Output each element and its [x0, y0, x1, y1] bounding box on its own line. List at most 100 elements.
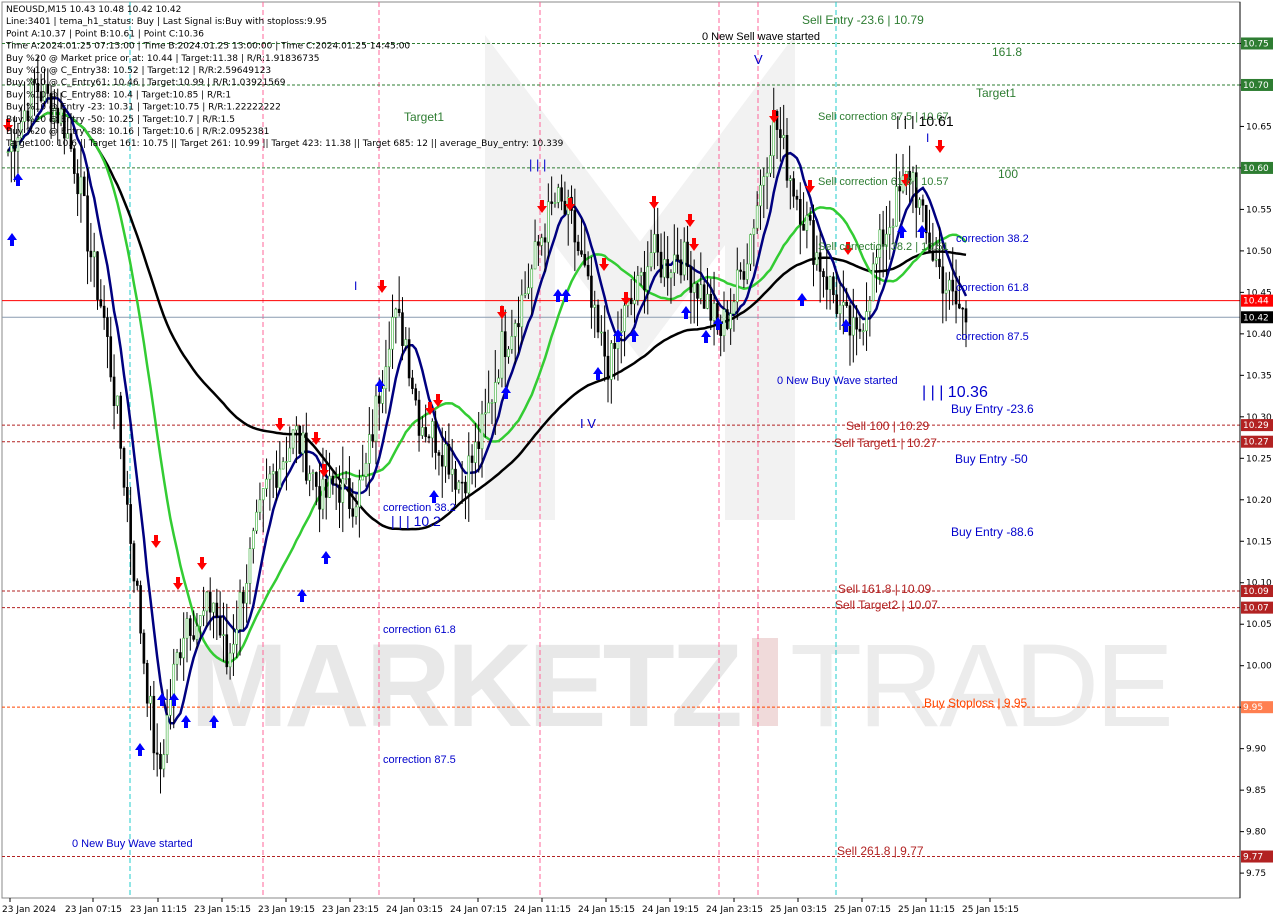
symbol-header: NEOUSD,M15 10.43 10.48 10.42 10.42 [6, 5, 181, 15]
price-tick-label: 10.50 [1246, 247, 1272, 257]
candle-body [76, 173, 79, 195]
candle-body [155, 752, 159, 755]
candle-body [268, 473, 272, 480]
candle-body [477, 441, 481, 449]
candle-body [278, 468, 282, 488]
candle-body [361, 476, 364, 481]
chart-annotation: | | | [529, 157, 546, 172]
candle-body [255, 511, 258, 532]
chart-annotation: I V [580, 416, 596, 431]
chart-annotation: 0 New Buy Wave started [72, 838, 193, 850]
candle-body [759, 184, 762, 207]
candle-body [676, 254, 679, 261]
candle-body [517, 323, 520, 328]
candle-body [444, 444, 447, 467]
candle-body [745, 263, 749, 280]
info-line: Buy %10 @ C_Entry88: 10.4 | Target:10.85… [6, 90, 231, 100]
candle-body [427, 436, 431, 439]
candle-body [875, 257, 878, 265]
chart-annotation: Target1 [976, 86, 1016, 100]
candle-body [808, 215, 812, 221]
candle-body [258, 499, 262, 513]
chart-annotation: 0 New Sell wave started [702, 31, 820, 43]
candle-body [663, 259, 666, 278]
price-tag-label: 10.27 [1243, 438, 1269, 448]
candle-body [417, 399, 421, 436]
candle-body [331, 475, 335, 485]
candle-body [421, 427, 424, 436]
candle-body [818, 252, 822, 272]
info-line: Buy %10 @ C_Entry61: 10.46 | Target:10.9… [6, 78, 286, 88]
candle-body [198, 615, 202, 627]
candle-body [414, 388, 418, 401]
candle-body [454, 468, 457, 490]
candle-body [871, 263, 875, 301]
candle-body [822, 271, 825, 278]
candle-body [838, 304, 842, 314]
candle-body [941, 266, 945, 294]
candle-body [407, 339, 411, 379]
candle-body [629, 297, 633, 305]
candle-body [613, 342, 616, 349]
candle-body [775, 111, 779, 130]
candle-body [520, 294, 524, 328]
candle-body [540, 237, 543, 246]
candle-body [387, 348, 391, 368]
candle-body [633, 299, 636, 305]
candle-body [752, 227, 756, 235]
candle-body [689, 266, 693, 293]
price-tick-label: 10.65 [1246, 122, 1272, 132]
price-tag-label: 10.44 [1243, 297, 1269, 307]
candle-body [205, 591, 209, 612]
candle-body [371, 434, 374, 442]
candle-body [530, 268, 534, 289]
candle-body [301, 432, 305, 454]
candle-body [338, 484, 341, 503]
candle-body [228, 652, 232, 668]
time-tick-label: 24 Jan 11:15 [514, 905, 571, 915]
candle-body [89, 250, 93, 258]
candle-body [99, 299, 103, 307]
candle-body [440, 455, 444, 467]
candle-body [354, 506, 358, 517]
candle-body [543, 237, 547, 243]
price-chart[interactable]: MARKETZ TRADE Sell Entry -23.6 | 10.79 0 … [0, 0, 1280, 920]
candle-body [596, 304, 600, 333]
candle-body [484, 412, 487, 415]
candle-body [92, 251, 96, 258]
candle-body [934, 258, 938, 261]
candle-body [145, 663, 149, 704]
price-tag-label: 9.77 [1243, 853, 1263, 863]
candle-body [431, 421, 434, 439]
candle-body [358, 479, 361, 508]
candle-body [79, 176, 83, 195]
candle-body [169, 699, 172, 716]
candle-body [573, 210, 577, 243]
candle-body [726, 309, 729, 329]
time-tick-label: 25 Jan 07:15 [834, 905, 891, 915]
candle-body [434, 421, 437, 453]
candle-body [958, 303, 961, 309]
candle-body [348, 478, 351, 509]
price-tick-label: 10.05 [1246, 620, 1272, 630]
candle-body [586, 264, 590, 277]
time-tick-label: 23 Jan 07:15 [65, 905, 122, 915]
price-tag-label: 10.75 [1243, 39, 1269, 49]
candle-body [656, 234, 660, 253]
candle-body [305, 432, 308, 481]
candle-body [888, 227, 892, 235]
candle-body [580, 250, 583, 255]
candle-body [858, 328, 862, 332]
candle-body [649, 252, 653, 268]
candle-body [709, 293, 713, 321]
chart-annotation: correction 61.8 [956, 282, 1029, 294]
candle-body [364, 463, 368, 477]
candle-body [311, 472, 315, 475]
candle-body [537, 241, 540, 246]
chart-annotation: Sell correction 61.8 | 10.57 [818, 176, 949, 188]
candle-body [437, 452, 441, 456]
candle-body [470, 455, 474, 463]
candle-body [261, 488, 265, 501]
price-tick-label: 10.00 [1246, 662, 1272, 672]
candle-body [86, 195, 89, 252]
